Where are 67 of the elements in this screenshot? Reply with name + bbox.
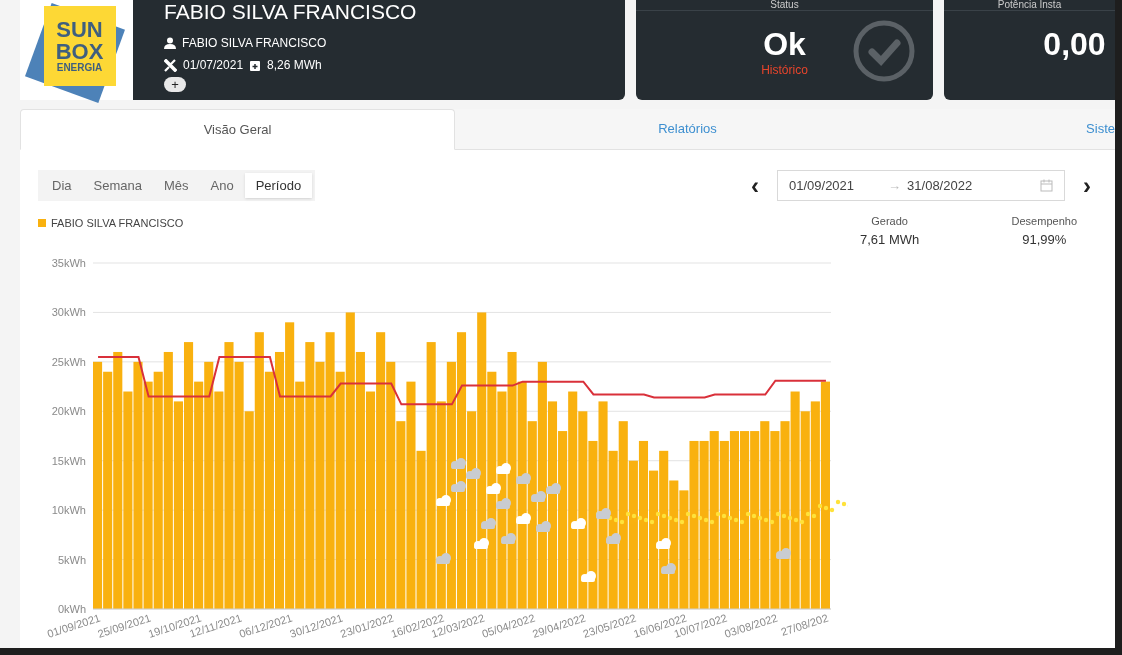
cloud-icon xyxy=(516,512,531,524)
status-value: Ok xyxy=(763,27,806,61)
next-button[interactable]: › xyxy=(1083,173,1091,198)
cloud-icon xyxy=(546,482,561,494)
cloud-icon xyxy=(571,517,586,529)
stat-value: 7,61 MWh xyxy=(860,230,920,249)
period-option[interactable]: Semana xyxy=(82,173,153,198)
cloud-icon xyxy=(451,480,466,492)
calendar-icon xyxy=(1040,179,1053,192)
cloud-icon xyxy=(436,552,451,564)
plant-title: FABIO SILVA FRANCISCO xyxy=(164,0,418,24)
check-circle-icon xyxy=(853,20,915,82)
power-label: Potência Insta xyxy=(997,0,1062,10)
cloud-icon xyxy=(451,457,466,469)
user-icon xyxy=(164,37,176,49)
cloud-icon xyxy=(501,532,516,544)
cloud-icon xyxy=(486,482,501,494)
legend-label: FABIO SILVA FRANCISCO xyxy=(51,216,184,231)
history-link[interactable]: Histórico xyxy=(761,61,808,79)
y-axis-label: 25kWh xyxy=(51,355,86,368)
logo: SUN BOX ENERGIA xyxy=(43,6,116,86)
period-option[interactable]: Dia xyxy=(41,173,83,198)
stat-label: Desempenho xyxy=(1011,214,1077,229)
cloud-icon xyxy=(606,532,621,544)
period-option[interactable]: Período xyxy=(244,173,313,198)
calendar-plus-icon xyxy=(249,58,262,72)
cloud-icon xyxy=(436,494,451,506)
cloud-icon xyxy=(496,497,511,509)
cloud-icon xyxy=(516,472,531,484)
cloud-icon xyxy=(581,570,596,582)
period-option[interactable]: Ano xyxy=(199,173,245,198)
install-date: 01/07/2021 xyxy=(183,57,244,74)
cloud-icon xyxy=(474,537,489,549)
cloud-icon xyxy=(531,490,546,502)
start-date: 01/09/2021 xyxy=(789,176,855,195)
cloud-icon xyxy=(776,547,791,559)
legend-swatch xyxy=(38,219,46,228)
tab[interactable]: Siste xyxy=(920,109,1115,149)
cloud-icon xyxy=(536,520,551,532)
power-value: 0,00 xyxy=(1042,27,1106,61)
owner-name: FABIO SILVA FRANCISCO xyxy=(182,35,327,52)
y-axis-label: 5kWh xyxy=(57,553,86,566)
previous-button[interactable]: ‹ xyxy=(751,173,759,198)
y-axis-label: 0kWh xyxy=(57,602,86,615)
period-option[interactable]: Mês xyxy=(152,173,200,198)
range-arrow: → xyxy=(888,176,902,195)
y-axis-label: 30kWh xyxy=(51,305,86,318)
tools-icon xyxy=(164,58,177,72)
cloud-icon xyxy=(596,507,611,519)
stat-value: 91,99% xyxy=(1022,230,1067,249)
end-date: 31/08/2022 xyxy=(907,176,973,195)
status-label: Status xyxy=(770,0,799,10)
stat-label: Gerado xyxy=(871,214,908,229)
y-axis-label: 35kWh xyxy=(51,256,86,269)
y-axis-label: 15kWh xyxy=(51,454,86,467)
cloud-icon xyxy=(466,467,481,479)
tab[interactable]: Visão Geral xyxy=(20,109,455,150)
more-button[interactable]: + xyxy=(164,77,186,92)
y-axis-label: 10kWh xyxy=(51,503,86,516)
cloud-icon xyxy=(661,562,676,574)
cloud-icon xyxy=(496,462,511,474)
tab[interactable]: Relatórios xyxy=(455,109,920,149)
cloud-icon xyxy=(481,517,496,529)
date-range-field[interactable]: 01/09/2021 → 31/08/2022 xyxy=(777,170,1065,201)
cloud-icon xyxy=(656,537,671,549)
energy-total: 8,26 MWh xyxy=(267,57,322,74)
y-axis-label: 20kWh xyxy=(51,404,86,417)
